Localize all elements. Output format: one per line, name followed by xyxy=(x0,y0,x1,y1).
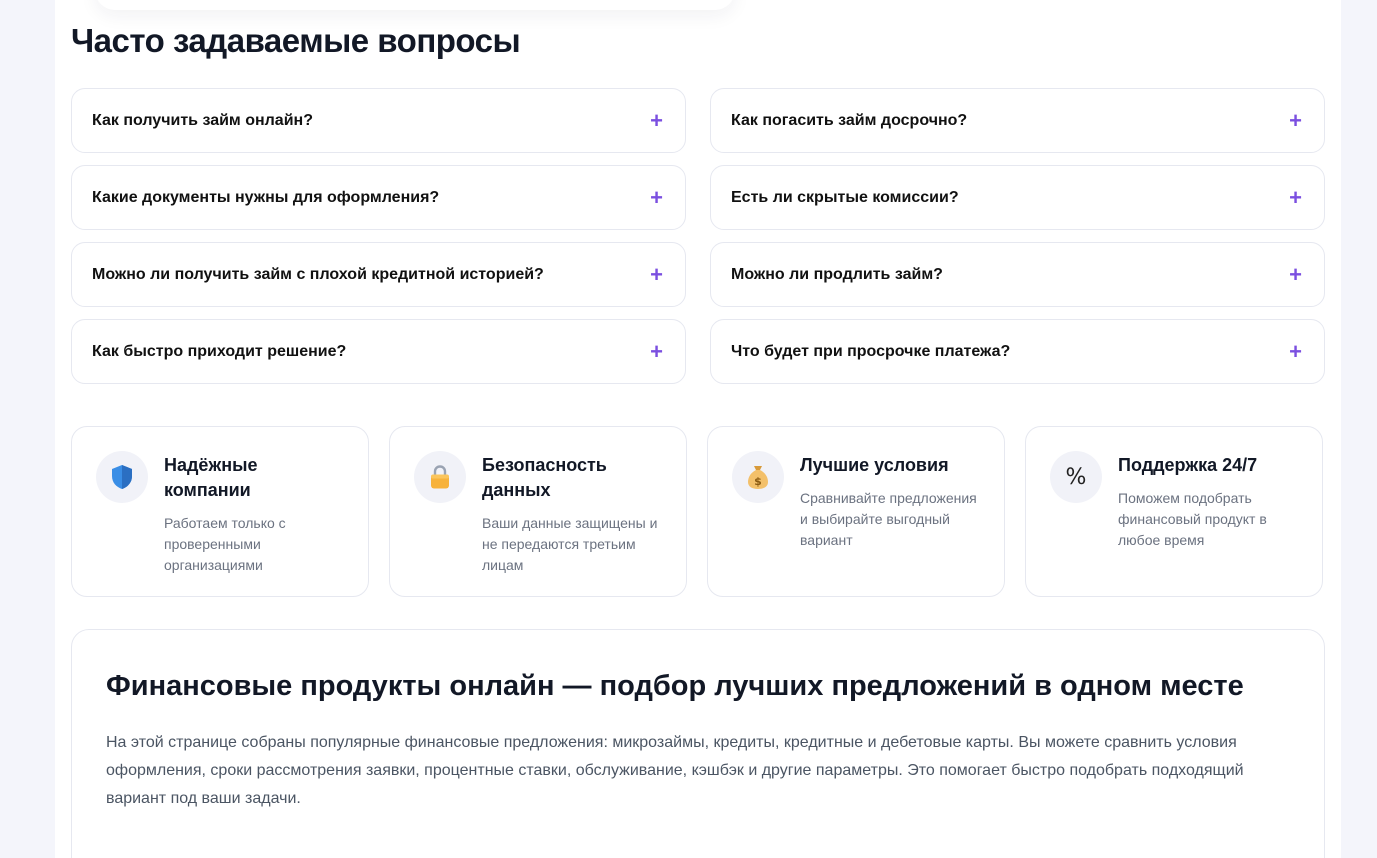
plus-icon[interactable]: + xyxy=(1289,186,1302,209)
percent-icon: % xyxy=(1065,464,1087,490)
faq-question: Как получить займ онлайн? xyxy=(92,111,313,129)
feature-icon-circle: $ xyxy=(732,451,784,503)
feature-icon-circle: % xyxy=(1050,451,1102,503)
feature-icon-circle xyxy=(414,451,466,503)
faq-grid: Как получить займ онлайн? + Как погасить… xyxy=(71,88,1325,384)
faq-question: Можно ли продлить займ? xyxy=(731,265,943,283)
feature-card-support: % Поддержка 24/7 Поможем подобрать финан… xyxy=(1025,426,1323,597)
faq-item-early-repayment[interactable]: Как погасить займ досрочно? + xyxy=(710,88,1325,153)
lock-icon xyxy=(431,465,449,489)
faq-item-overdue[interactable]: Что будет при просрочке платежа? + xyxy=(710,319,1325,384)
faq-item-decision-time[interactable]: Как быстро приходит решение? + xyxy=(71,319,686,384)
svg-text:$: $ xyxy=(754,475,762,488)
feature-title: Лучшие условия xyxy=(800,455,949,475)
info-title: Финансовые продукты онлайн — подбор лучш… xyxy=(106,670,1244,702)
info-card: Финансовые продукты онлайн — подбор лучш… xyxy=(71,629,1325,858)
previous-section-shadow xyxy=(95,0,735,10)
money-bag-icon: $ xyxy=(748,466,768,489)
faq-question: Как погасить займ досрочно? xyxy=(731,111,968,129)
plus-icon[interactable]: + xyxy=(1289,109,1302,132)
faq-question: Какие документы нужны для оформления? xyxy=(92,188,440,206)
plus-icon[interactable]: + xyxy=(650,263,663,286)
features-row: Надёжные компании Работаем только с пров… xyxy=(71,426,1325,597)
feature-card-reliable: Надёжные компании Работаем только с пров… xyxy=(71,426,369,597)
feature-description: Ваши данные защищены и не передаются тре… xyxy=(482,515,658,573)
feature-title: Безопасность данных xyxy=(482,455,607,500)
faq-question: Что будет при просрочке платежа? xyxy=(731,342,1011,360)
plus-icon[interactable]: + xyxy=(1289,263,1302,286)
page-container: Часто задаваемые вопросы Как получить за… xyxy=(55,0,1341,858)
feature-title: Надёжные компании xyxy=(164,455,258,500)
feature-description: Сравнивайте предложения и выбирайте выго… xyxy=(800,490,977,548)
faq-question: Как быстро приходит решение? xyxy=(92,342,347,360)
shield-icon xyxy=(112,465,132,489)
plus-icon[interactable]: + xyxy=(650,109,663,132)
info-text: На этой странице собраны популярные фина… xyxy=(106,734,1244,807)
feature-card-best-terms: $ Лучшие условия Сравнивайте предложения… xyxy=(707,426,1005,597)
plus-icon[interactable]: + xyxy=(1289,340,1302,363)
faq-item-hidden-fees[interactable]: Есть ли скрытые комиссии? + xyxy=(710,165,1325,230)
feature-title: Поддержка 24/7 xyxy=(1118,455,1258,475)
faq-question: Можно ли получить займ с плохой кредитно… xyxy=(92,265,544,283)
faq-item-extend-loan[interactable]: Можно ли продлить займ? + xyxy=(710,242,1325,307)
faq-title: Часто задаваемые вопросы xyxy=(71,22,521,59)
feature-card-security: Безопасность данных Ваши данные защищены… xyxy=(389,426,687,597)
faq-item-documents[interactable]: Какие документы нужны для оформления? + xyxy=(71,165,686,230)
feature-description: Поможем подобрать финансовый продукт в л… xyxy=(1118,490,1267,548)
faq-item-get-loan[interactable]: Как получить займ онлайн? + xyxy=(71,88,686,153)
faq-question: Есть ли скрытые комиссии? xyxy=(731,188,959,206)
plus-icon[interactable]: + xyxy=(650,186,663,209)
plus-icon[interactable]: + xyxy=(650,340,663,363)
feature-icon-circle xyxy=(96,451,148,503)
faq-item-bad-credit[interactable]: Можно ли получить займ с плохой кредитно… xyxy=(71,242,686,307)
feature-description: Работаем только с проверенными организац… xyxy=(164,515,286,573)
